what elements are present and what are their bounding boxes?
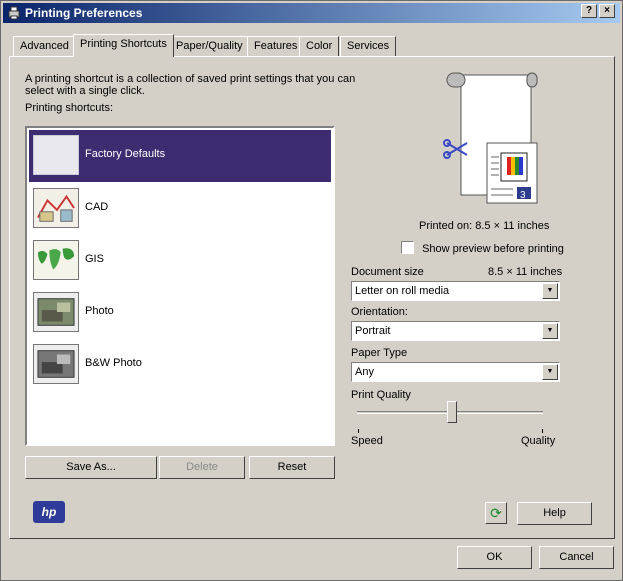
document-size-selected: Letter on roll media: [355, 285, 450, 297]
delete-button[interactable]: Delete: [159, 456, 245, 479]
title-bar[interactable]: Printing Preferences: [3, 3, 620, 23]
print-quality-label: Print Quality: [351, 389, 411, 401]
hp-logo: hp: [33, 501, 65, 523]
shortcuts-list-label: Printing shortcuts:: [25, 102, 114, 114]
printing-preferences-dialog: Printing Preferences ? × Advanced Printi…: [0, 0, 623, 581]
show-preview-checkbox-row[interactable]: Show preview before printing: [401, 241, 564, 255]
orientation-select[interactable]: Portrait ▼: [351, 321, 560, 341]
list-item-label: Photo: [85, 305, 114, 317]
speed-label: Speed: [351, 435, 383, 447]
list-item-label: CAD: [85, 201, 109, 213]
svg-text:3: 3: [520, 190, 526, 201]
orientation-label: Orientation:: [351, 306, 408, 318]
tab-color[interactable]: Color: [299, 36, 340, 56]
chevron-down-icon[interactable]: ▼: [542, 283, 558, 299]
chevron-down-icon[interactable]: ▼: [542, 364, 558, 380]
save-as-button[interactable]: Save As...: [25, 456, 157, 479]
document-size-value: 8.5 × 11 inches: [488, 266, 563, 278]
refresh-icon[interactable]: ⟳: [485, 502, 507, 524]
paper-type-label: Paper Type: [351, 347, 408, 359]
list-item-label: GIS: [85, 253, 104, 265]
photo-icon: [33, 292, 79, 332]
list-item-label: B&W Photo: [85, 357, 142, 369]
slider-tick: [542, 429, 543, 433]
list-item-cad[interactable]: CAD: [29, 183, 331, 235]
quality-label: Quality: [521, 435, 556, 447]
window-title: Printing Preferences: [25, 6, 143, 20]
close-button[interactable]: ×: [599, 4, 615, 18]
show-preview-label: Show preview before printing: [422, 243, 564, 255]
chevron-down-icon[interactable]: ▼: [542, 323, 558, 339]
printed-on-text: Printed on: 8.5 × 11 inches: [419, 220, 550, 232]
paper-type-selected: Any: [355, 366, 374, 378]
paper-type-select[interactable]: Any ▼: [351, 362, 560, 382]
tab-advanced[interactable]: Advanced: [13, 36, 76, 56]
list-item-factory-defaults[interactable]: Factory Defaults: [29, 130, 331, 182]
document-size-label: Document size: [351, 266, 424, 278]
tab-printing-shortcuts[interactable]: Printing Shortcuts: [73, 34, 174, 57]
list-item-photo[interactable]: Photo: [29, 287, 331, 339]
list-item-label: Factory Defaults: [85, 148, 166, 160]
orientation-selected: Portrait: [355, 325, 391, 337]
tab-features[interactable]: Features: [247, 36, 305, 56]
tab-paper-quality[interactable]: Paper/Quality: [169, 36, 250, 56]
world-map-icon: [33, 240, 79, 280]
printer-icon: [8, 6, 20, 20]
tab-services[interactable]: Services: [340, 36, 397, 56]
slider-tick: [358, 429, 359, 433]
bw-photo-icon: [33, 344, 79, 384]
help-title-button[interactable]: ?: [581, 4, 597, 18]
help-button[interactable]: Help: [517, 502, 592, 525]
cancel-button[interactable]: Cancel: [539, 546, 614, 569]
print-quality-slider-thumb[interactable]: [447, 401, 457, 423]
blank-page-icon: [33, 135, 79, 175]
cad-drawing-icon: [33, 188, 79, 228]
shortcuts-description: A printing shortcut is a collection of s…: [25, 73, 356, 97]
print-preview-icon: 3: [443, 72, 538, 204]
show-preview-checkbox[interactable]: [401, 241, 414, 254]
document-size-select[interactable]: Letter on roll media ▼: [351, 281, 560, 301]
ok-button[interactable]: OK: [457, 546, 532, 569]
reset-button[interactable]: Reset: [249, 456, 335, 479]
shortcuts-list[interactable]: Factory Defaults CAD GIS Photo B&W Photo: [25, 126, 335, 446]
list-item-bw-photo[interactable]: B&W Photo: [29, 339, 331, 391]
list-item-gis[interactable]: GIS: [29, 235, 331, 287]
